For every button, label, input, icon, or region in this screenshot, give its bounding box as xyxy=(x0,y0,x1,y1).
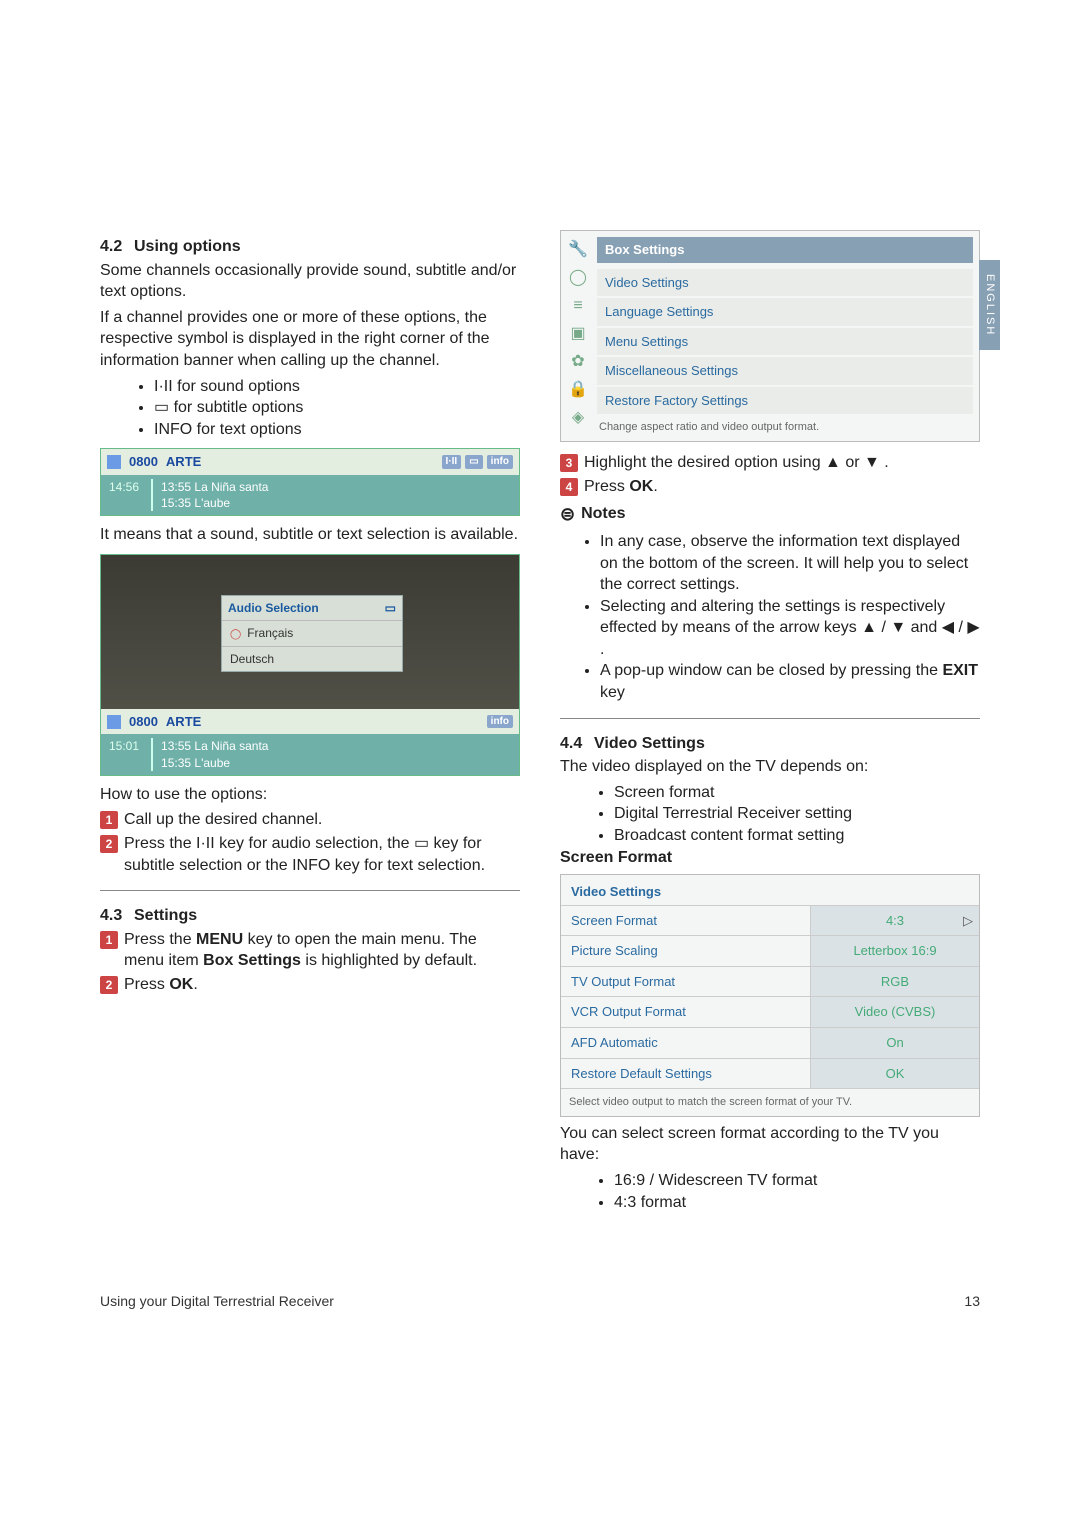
box-item-menu[interactable]: Menu Settings xyxy=(597,328,973,356)
notes-list: In any case, observe the information tex… xyxy=(560,531,980,704)
sec42-p1: Some channels occasionally provide sound… xyxy=(100,260,520,303)
box-settings-panel: 🔧 ◯ ≡ ▣ ✿ 🔒 ◈ Box Settings Video Setting… xyxy=(560,230,980,442)
after-vs-p: You can select screen format according t… xyxy=(560,1123,980,1166)
section-4-2-heading: 4.2Using options xyxy=(100,236,520,258)
video-settings-panel: Video Settings Screen Format 4:3▷ Pictur… xyxy=(560,874,980,1117)
left-column: 4.2Using options Some channels occasiona… xyxy=(100,230,520,1213)
sec42-after-banner: It means that a sound, subtitle or text … xyxy=(100,524,520,546)
sec43-step1: 1 Press the MENU key to open the main me… xyxy=(100,929,520,972)
box-item-restore[interactable]: Restore Factory Settings xyxy=(597,387,973,415)
box-item-misc[interactable]: Miscellaneous Settings xyxy=(597,357,973,385)
footer-page-number: 13 xyxy=(964,1293,980,1309)
box-settings-footer: Change aspect ratio and video output for… xyxy=(597,416,973,435)
banner-channel-number: 0800 xyxy=(129,453,158,471)
banner-tag-info: info xyxy=(487,455,513,469)
banner-channel-name: ARTE xyxy=(166,453,201,471)
right-step4: 4 Press OK. xyxy=(560,476,980,498)
audio-glyph: I·II xyxy=(154,378,173,395)
banner-tag-sub: ▭ xyxy=(465,455,482,469)
howto-label: How to use the options: xyxy=(100,784,520,806)
box-item-video[interactable]: Video Settings xyxy=(597,269,973,297)
section-4-3-heading: 4.3Settings xyxy=(100,905,520,927)
vs-row-picture-scaling[interactable]: Picture ScalingLetterbox 16:9 xyxy=(561,935,979,966)
tool-icon: 🔧 xyxy=(567,239,589,261)
after-vs-bullets: 16:9 / Widescreen TV format 4:3 format xyxy=(560,1170,980,1213)
box-settings-title: Box Settings xyxy=(597,237,973,263)
vs-row-vcr-output[interactable]: VCR Output FormatVideo (CVBS) xyxy=(561,996,979,1027)
misc-icon: ✿ xyxy=(567,351,589,373)
right-column: ENGLISH 🔧 ◯ ≡ ▣ ✿ 🔒 ◈ Box Settings Video… xyxy=(560,230,980,1213)
vs-row-screen-format[interactable]: Screen Format 4:3▷ xyxy=(561,905,979,936)
audio-option-fr: Français xyxy=(222,620,402,646)
right-step3: 3 Highlight the desired option using ▲ o… xyxy=(560,452,980,474)
sec42-bullets: I·II for sound options ▭ for subtitle op… xyxy=(100,376,520,441)
sec44-bullets: Screen format Digital Terrestrial Receiv… xyxy=(560,782,980,847)
banner-channel-icon xyxy=(107,455,121,469)
vs-row-afd[interactable]: AFD AutomaticOn xyxy=(561,1027,979,1058)
lock-icon: 🔒 xyxy=(567,379,589,401)
audio-selection-screenshot: Audio Selection▭ Français Deutsch 0800 A… xyxy=(100,554,520,776)
sec42-step1: 1Call up the desired channel. xyxy=(100,809,520,831)
video-settings-footer: Select video output to match the screen … xyxy=(561,1088,979,1116)
vs-row-restore[interactable]: Restore Default SettingsOK xyxy=(561,1058,979,1089)
list-icon: ≡ xyxy=(567,295,589,317)
subtitle-glyph: ▭ xyxy=(154,399,169,416)
diamond-icon: ◈ xyxy=(567,407,589,429)
section-4-4-heading: 4.4Video Settings xyxy=(560,733,980,755)
notes-icon: ⊜ xyxy=(560,505,575,523)
banner-tag-audio: I·II xyxy=(442,455,462,469)
tv-icon: ▣ xyxy=(567,323,589,345)
chevron-right-icon: ▷ xyxy=(963,912,973,930)
vs-row-tv-output[interactable]: TV Output FormatRGB xyxy=(561,966,979,997)
sec43-step2: 2 Press OK. xyxy=(100,974,520,996)
banner-now-time: 14:56 xyxy=(109,479,139,511)
box-item-language[interactable]: Language Settings xyxy=(597,298,973,326)
sec42-step2: 2 Press the I·II key for audio selection… xyxy=(100,833,520,876)
video-settings-title: Video Settings xyxy=(561,875,979,905)
page-footer: Using your Digital Terrestrial Receiver … xyxy=(100,1293,980,1309)
language-side-tab: ENGLISH xyxy=(979,260,1000,350)
audio-option-de: Deutsch xyxy=(222,646,402,671)
subtitle-icon: ▭ xyxy=(385,600,396,616)
sec44-intro: The video displayed on the TV depends on… xyxy=(560,756,980,778)
sec42-p2: If a channel provides one or more of the… xyxy=(100,307,520,372)
notes-heading: ⊜ Notes xyxy=(560,503,980,525)
screen-format-subhead: Screen Format xyxy=(560,847,980,869)
audio-selection-popup: Audio Selection▭ Français Deutsch xyxy=(221,595,403,672)
info-banner-example: 0800 ARTE I·II ▭ info 14:56 13:55 La Niñ… xyxy=(100,448,520,516)
footer-left: Using your Digital Terrestrial Receiver xyxy=(100,1293,334,1309)
globe-icon: ◯ xyxy=(567,267,589,289)
